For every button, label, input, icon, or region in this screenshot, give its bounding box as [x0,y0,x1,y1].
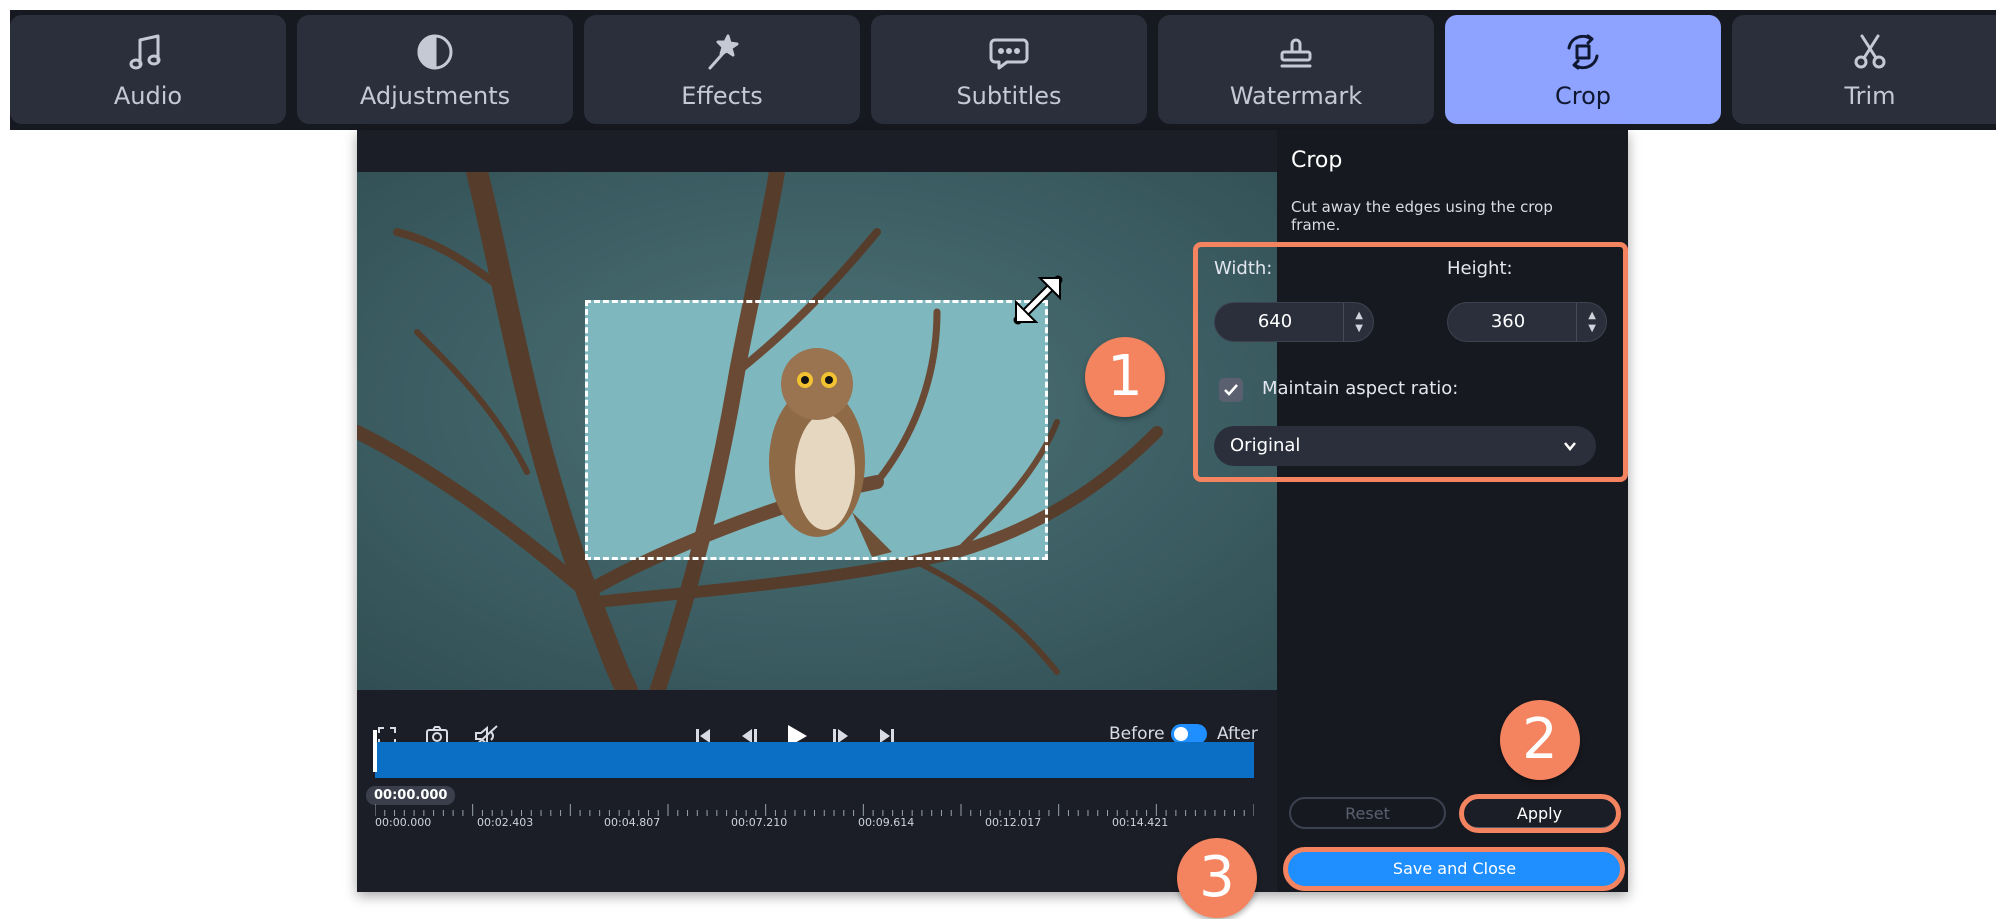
music-note-icon [126,30,170,74]
callout-badge-2: 2 [1500,700,1580,780]
panel-description: Cut away the edges using the crop frame. [1291,198,1553,234]
before-label: Before [1109,724,1165,744]
tab-label: Crop [1554,81,1611,110]
crop-rotate-icon [1561,30,1605,74]
timeline-ruler [375,804,1254,816]
callout-badge-3: 3 [1177,838,1257,918]
timeline-track[interactable] [375,742,1254,778]
contrast-icon [413,30,457,74]
tab-label: Adjustments [359,81,511,110]
tab-subtitles[interactable]: Subtitles [871,15,1147,124]
player-controls: Before After 00:00.000 00:00.000 00:02.4… [357,690,1277,829]
callout-highlight-save [1283,847,1625,891]
tab-crop[interactable]: Crop [1445,15,1721,124]
before-after-toggle[interactable] [1171,724,1207,744]
callout-highlight-apply [1459,794,1621,833]
tab-adjustments[interactable]: Adjustments [297,15,573,124]
tab-label: Effects [681,81,763,110]
after-label: After [1217,724,1258,744]
tab-label: Watermark [1229,81,1363,110]
tab-effects[interactable]: Effects [584,15,860,124]
callout-highlight-settings [1193,242,1628,482]
scissors-icon [1848,30,1892,74]
resize-diagonal-icon[interactable] [1010,272,1066,328]
panel-title: Crop [1291,148,1343,173]
stamp-icon [1274,30,1318,74]
ruler-label: 00:02.403 [477,816,534,829]
reset-button[interactable]: Reset [1289,797,1446,829]
ruler-label: 00:07.210 [731,816,788,829]
crop-frame[interactable] [585,300,1048,560]
ruler-label: 00:09.614 [858,816,915,829]
magic-wand-icon [700,30,744,74]
ruler-label: 00:00.000 [375,816,432,829]
playhead[interactable] [373,730,377,772]
ruler-label: 00:12.017 [985,816,1042,829]
tab-label: Trim [1844,81,1896,110]
tab-label: Subtitles [956,81,1062,110]
callout-badge-1: 1 [1085,337,1165,417]
speech-bubble-icon [987,30,1031,74]
tab-audio[interactable]: Audio [10,15,286,124]
tab-watermark[interactable]: Watermark [1158,15,1434,124]
ruler-label: 00:14.421 [1112,816,1169,829]
ruler-label: 00:04.807 [604,816,661,829]
tab-trim[interactable]: Trim [1732,15,1996,124]
tool-tab-bar: Audio Adjustments Effects Subtitles Wate… [10,10,1996,130]
tab-label: Audio [113,81,183,110]
